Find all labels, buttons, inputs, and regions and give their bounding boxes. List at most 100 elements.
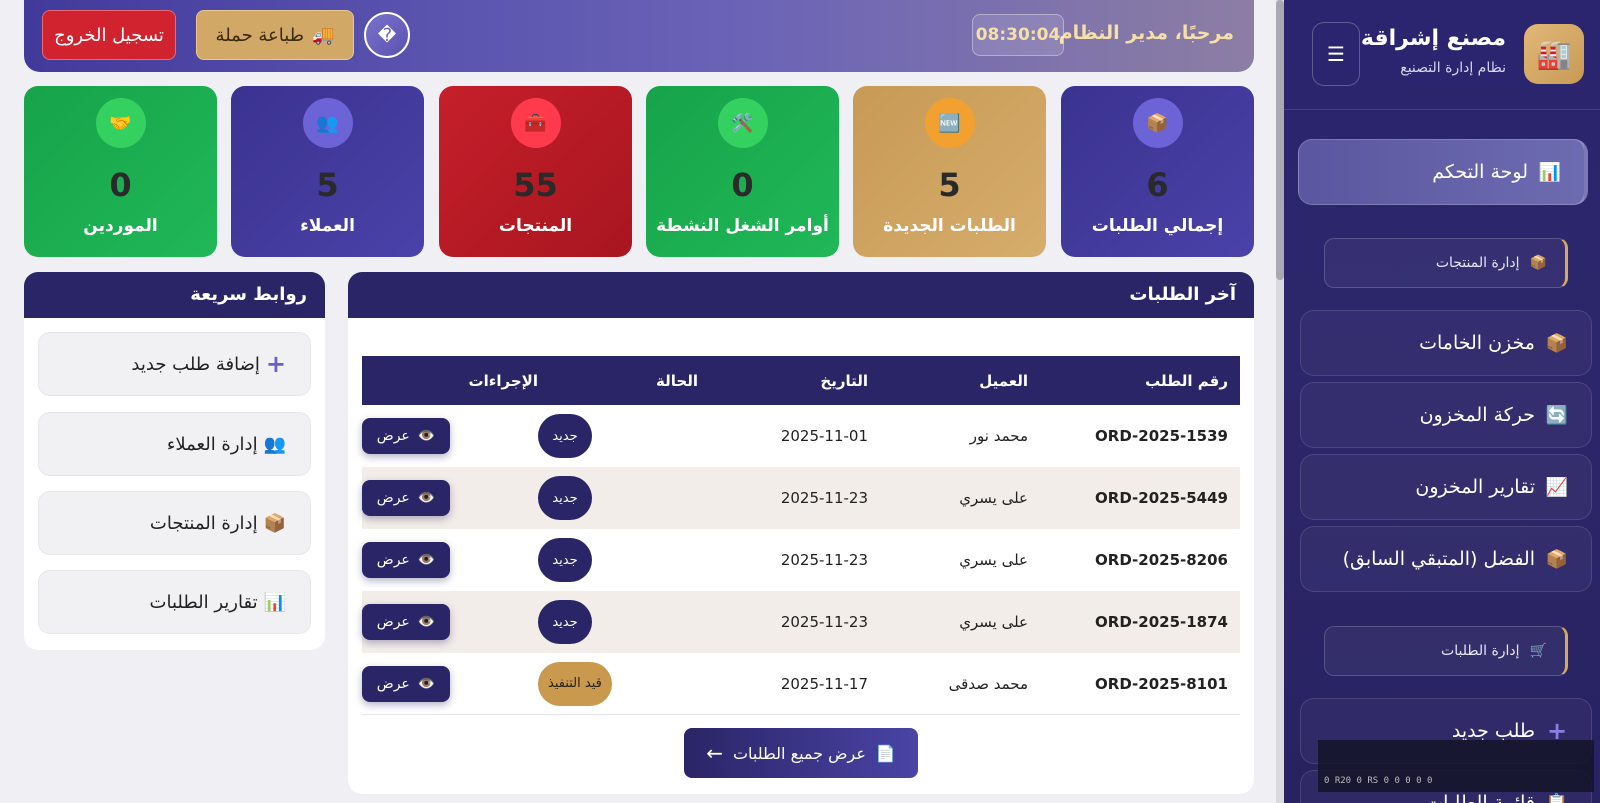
view-label: عرض: [376, 552, 410, 568]
topbar: مرحبًا، مدير النظام 08:30:04 � 🚚 طباعة ح…: [24, 0, 1254, 72]
stat-value: 0: [109, 166, 132, 204]
order-customer: على يسري: [959, 489, 1028, 507]
table-row: ORD-2025-8101 محمد صدقى 2025-11-17 قيد ا…: [362, 653, 1240, 715]
users-icon: 👥: [302, 98, 353, 148]
sidebar-item-stock-movement[interactable]: 🔄 حركة المخزون: [1300, 382, 1592, 448]
status-badge: جديد: [538, 538, 592, 582]
table-row: ORD-2025-5449 على يسري 2025-11-23 جديد 👁…: [362, 467, 1240, 529]
view-order-button[interactable]: 👁️ عرض: [362, 480, 450, 516]
table-row: ORD-2025-8206 على يسري 2025-11-23 جديد 👁…: [362, 529, 1240, 591]
col-order-id: رقم الطلب: [1145, 371, 1228, 390]
document-icon: 📄: [875, 743, 896, 763]
stat-label: الموردين: [83, 216, 158, 236]
users-icon: 👥: [263, 433, 286, 455]
stat-card-total-orders[interactable]: 📦 6 إجمالي الطلبات: [1061, 86, 1254, 257]
quick-link-label: تقارير الطلبات: [149, 591, 258, 613]
cart-icon: 🛒: [1529, 643, 1547, 659]
brand-header: 🏭 مصنع إشراقة نظام إدارة التصنيع ☰: [1284, 0, 1600, 110]
view-order-button[interactable]: 👁️ عرض: [362, 418, 450, 454]
order-id: ORD-2025-8101: [1095, 674, 1228, 693]
stat-label: إجمالي الطلبات: [1091, 216, 1224, 236]
sidebar-section-products[interactable]: 📦 إدارة المنتجات: [1324, 238, 1568, 288]
settings-circle-button[interactable]: �: [364, 12, 410, 58]
view-label: عرض: [376, 614, 410, 630]
quick-link-manage-products[interactable]: 📦 إدارة المنتجات: [38, 491, 311, 555]
order-id: ORD-2025-1874: [1095, 613, 1228, 631]
quick-link-add-order[interactable]: + إضافة طلب جديد: [38, 332, 311, 396]
stat-card-new-orders[interactable]: 🆕 5 الطلبات الجديدة: [853, 86, 1046, 257]
sidebar-item-raw-materials[interactable]: 📦 مخزن الخامات: [1300, 310, 1592, 376]
sidebar: 🏭 مصنع إشراقة نظام إدارة التصنيع ☰ 📊 لوح…: [1284, 0, 1600, 803]
quick-link-label: إدارة المنتجات: [149, 512, 258, 534]
col-date: التاريخ: [820, 371, 868, 390]
latest-orders-panel: آخر الطلبات رقم الطلب العميل التاريخ الح…: [348, 272, 1254, 794]
view-order-button[interactable]: 👁️ عرض: [362, 542, 450, 578]
sidebar-item-stock-reports[interactable]: 📈 تقارير المخزون: [1300, 454, 1592, 520]
stat-value: 0: [731, 166, 754, 204]
view-label: عرض: [376, 428, 410, 444]
toolbox-icon: 🧰: [510, 98, 561, 148]
latest-orders-title: آخر الطلبات: [348, 272, 1254, 318]
quick-link-label: إضافة طلب جديد: [131, 353, 260, 375]
order-customer: على يسري: [959, 551, 1028, 569]
stat-card-suppliers[interactable]: 🤝 0 الموردين: [24, 86, 217, 257]
logout-button[interactable]: تسجيل الخروج: [42, 10, 176, 60]
unknown-glyph-icon: �: [377, 24, 397, 46]
col-customer: العميل: [979, 371, 1028, 390]
sidebar-section-label: إدارة المنتجات: [1435, 255, 1520, 271]
handshake-icon: 🤝: [95, 98, 146, 148]
chart-icon: 📊: [263, 591, 286, 613]
table-row: ORD-2025-1539 محمد نور 2025-11-01 جديد 👁…: [362, 405, 1240, 467]
stat-label: الطلبات الجديدة: [883, 216, 1016, 236]
menu-toggle-button[interactable]: ☰: [1312, 22, 1360, 86]
status-badge: جديد: [538, 476, 592, 520]
sidebar-item-label: الفضل (المتبقي السابق): [1342, 548, 1535, 570]
sidebar-section-label: إدارة الطلبات: [1441, 643, 1520, 659]
orders-table: رقم الطلب العميل التاريخ الحالة الإجراءا…: [362, 356, 1240, 715]
box-icon: 📦: [1545, 332, 1569, 354]
clock-display: 08:30:04: [972, 14, 1064, 56]
order-date: 2025-11-23: [780, 551, 868, 569]
order-customer: محمد صدقى: [948, 674, 1028, 693]
stat-value: 5: [316, 166, 339, 204]
hamburger-icon: ☰: [1327, 42, 1345, 66]
trend-chart-icon: 📈: [1545, 476, 1569, 498]
stat-card-products[interactable]: 🧰 55 المنتجات: [439, 86, 632, 257]
print-load-button[interactable]: 🚚 طباعة حملة: [196, 10, 354, 60]
order-customer: محمد نور: [969, 427, 1028, 445]
order-id: ORD-2025-5449: [1095, 489, 1228, 507]
quick-link-manage-customers[interactable]: 👥 إدارة العملاء: [38, 412, 311, 476]
sidebar-item-label: طلب جديد: [1451, 720, 1535, 742]
brand-subtitle: نظام إدارة التصنيع: [1400, 60, 1506, 76]
arrow-left-icon: ←: [706, 741, 723, 765]
order-customer: على يسري: [959, 613, 1028, 631]
table-row: ORD-2025-1874 على يسري 2025-11-23 جديد 👁…: [362, 591, 1240, 653]
sidebar-item-label: قائمة الطلبات: [1425, 792, 1535, 803]
eye-icon: 👁️: [417, 614, 436, 630]
order-id: ORD-2025-8206: [1095, 551, 1228, 569]
stat-card-customers[interactable]: 👥 5 العملاء: [231, 86, 424, 257]
view-label: عرض: [376, 675, 410, 692]
stat-value: 6: [1146, 166, 1169, 204]
view-order-button[interactable]: 👁️ عرض: [362, 604, 450, 640]
view-order-button[interactable]: 👁️ عرض: [362, 665, 450, 702]
factory-logo-icon: 🏭: [1524, 24, 1584, 84]
eye-icon: 👁️: [417, 490, 436, 506]
status-badge: جديد: [538, 600, 592, 644]
sidebar-item-dashboard[interactable]: 📊 لوحة التحكم: [1298, 139, 1588, 205]
view-label: عرض: [376, 490, 410, 506]
box-icon: 📦: [1529, 255, 1547, 271]
chart-icon: 📊: [1538, 161, 1562, 183]
sidebar-section-orders[interactable]: 🛒 إدارة الطلبات: [1324, 626, 1568, 676]
brand-title: مصنع إشراقة: [1360, 26, 1506, 51]
sidebar-item-leftover[interactable]: 📦 الفضل (المتبقي السابق): [1300, 526, 1592, 592]
debug-overlay: 0 R20 0 RS 0 0 0 0 0: [1318, 740, 1594, 792]
order-date: 2025-11-01: [780, 427, 868, 445]
quick-link-order-reports[interactable]: 📊 تقارير الطلبات: [38, 570, 311, 634]
sidebar-item-label: تقارير المخزون: [1415, 476, 1535, 498]
truck-icon: 🚚: [312, 24, 335, 46]
quick-link-label: إدارة العملاء: [166, 433, 258, 455]
view-all-orders-button[interactable]: 📄 عرض جميع الطلبات ←: [684, 728, 918, 778]
main-scrollbar-thumb[interactable]: [1276, 0, 1284, 280]
stat-card-active-work-orders[interactable]: 🛠️ 0 أوامر الشغل النشطة: [646, 86, 839, 257]
